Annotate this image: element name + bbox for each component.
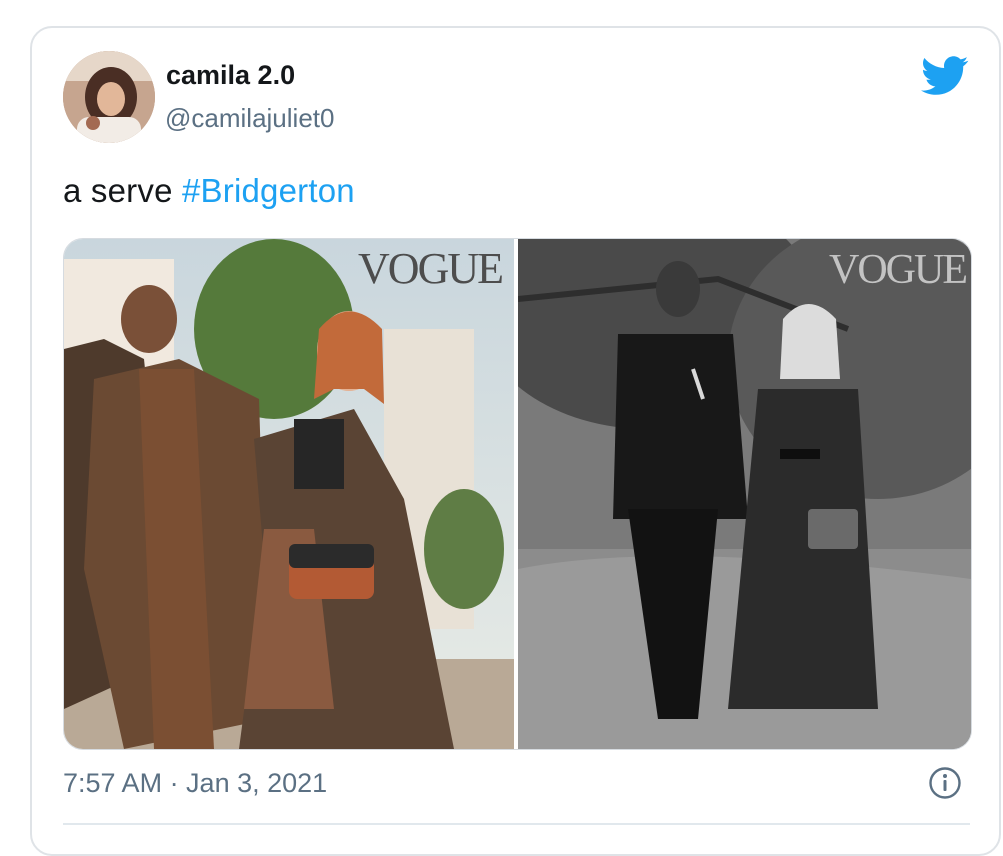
tweet-text: a serve #Bridgerton [63, 172, 355, 210]
avatar[interactable] [63, 51, 155, 143]
vogue-logo-right: VOGUE [829, 247, 966, 293]
tweet-text-plain: a serve [63, 172, 182, 209]
display-name[interactable]: camila 2.0 [166, 60, 295, 91]
media-photo-right[interactable]: VOGUE [518, 239, 971, 749]
divider [63, 823, 970, 825]
tweet-media[interactable]: VOGUE VOGUE [63, 238, 972, 750]
hashtag-link[interactable]: #Bridgerton [182, 172, 355, 209]
vogue-logo-left: VOGUE [358, 244, 502, 293]
twitter-bird-icon[interactable] [921, 56, 969, 96]
user-handle[interactable]: @camilajuliet0 [165, 103, 334, 134]
avatar-image [63, 51, 155, 143]
tweet-timestamp[interactable]: 7:57 AM · Jan 3, 2021 [63, 768, 327, 799]
info-icon[interactable] [928, 766, 962, 800]
media-photo-left[interactable]: VOGUE [64, 239, 514, 749]
